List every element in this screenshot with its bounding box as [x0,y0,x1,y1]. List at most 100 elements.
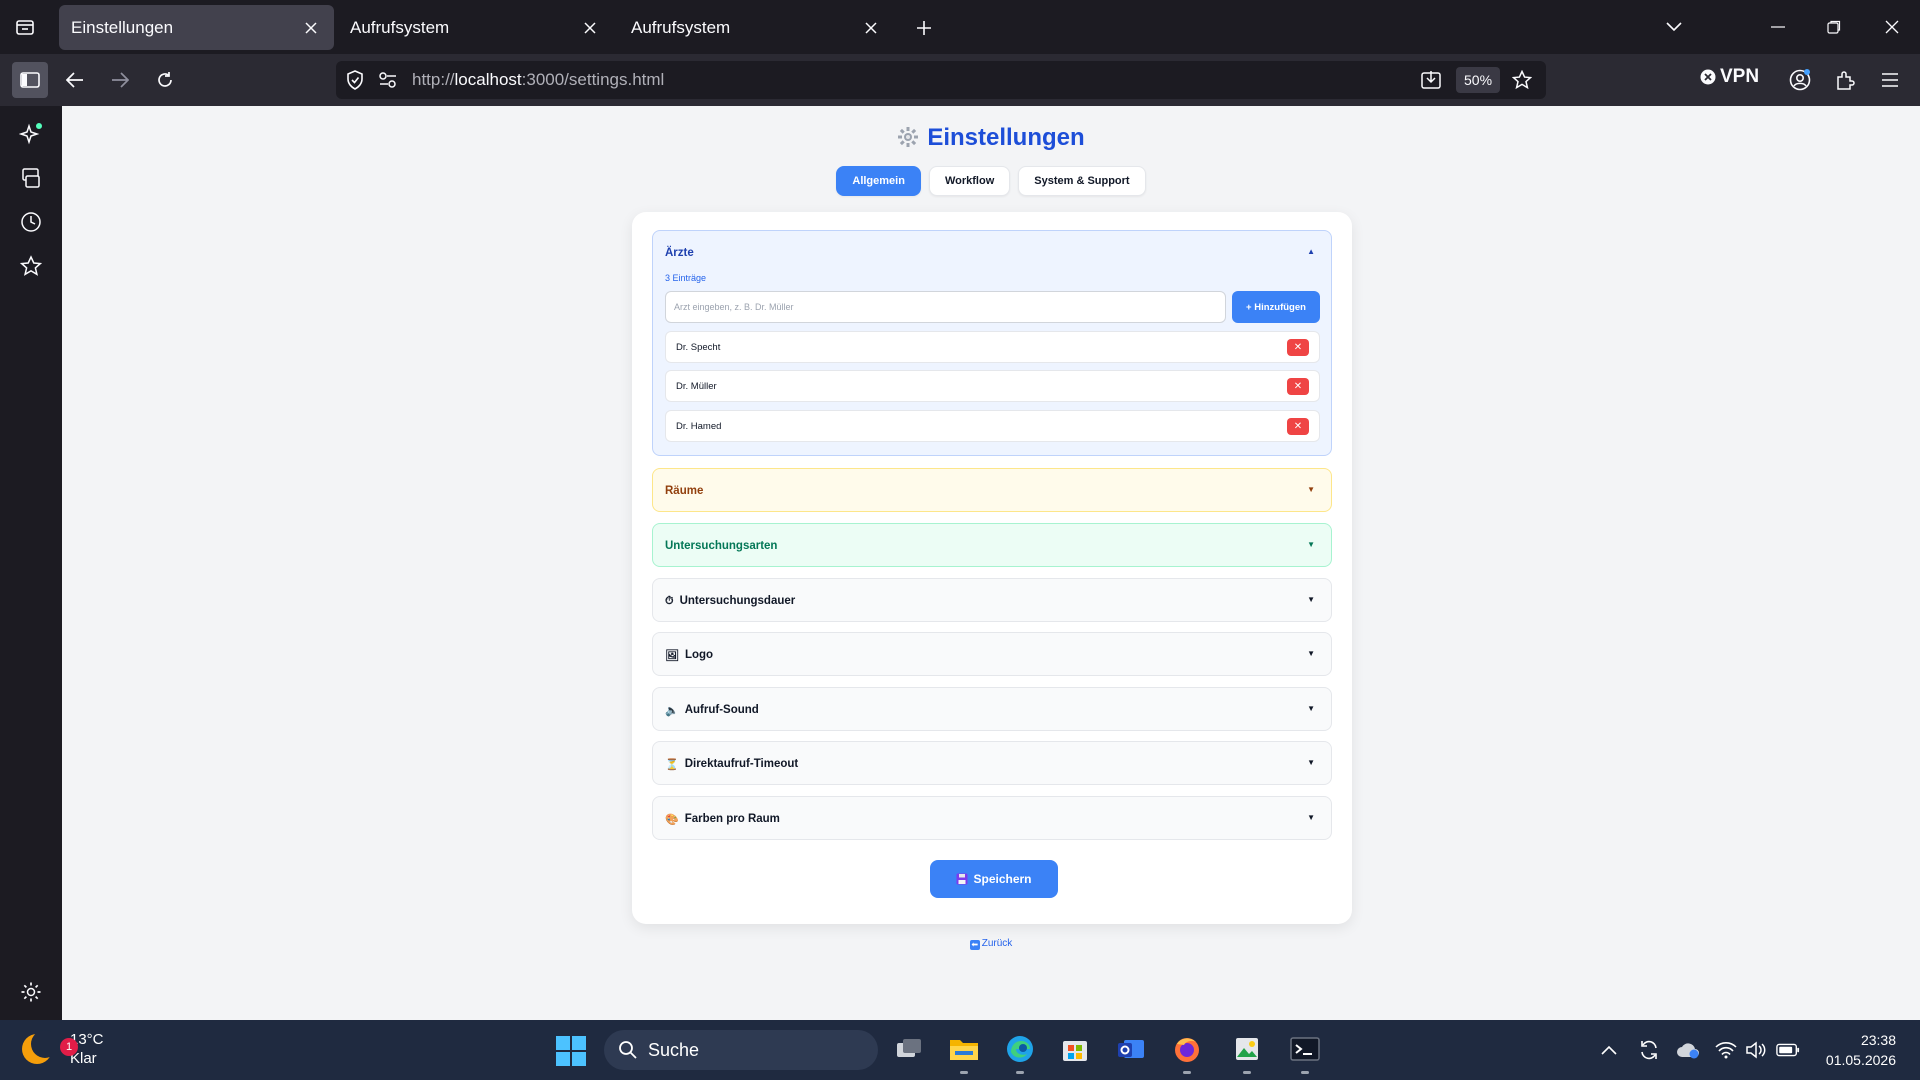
firefox-icon[interactable] [1170,1032,1204,1074]
image-viewer-icon[interactable] [1230,1032,1264,1074]
shield-icon[interactable] [346,70,364,95]
taskbar-search[interactable]: Suche [604,1030,878,1070]
section-logo[interactable]: 🖼 Logo ▼ [652,632,1332,676]
chevron-down-icon[interactable]: ▼ [1307,595,1315,604]
back-label: Zurück [981,938,1013,949]
restore-icon[interactable] [1814,10,1854,44]
reload-icon[interactable] [147,62,183,98]
tab-list-icon[interactable] [8,10,42,44]
section-untersuchungsarten[interactable]: Untersuchungsarten ▼ [652,523,1332,567]
file-explorer-icon[interactable] [947,1032,981,1074]
vpn-button[interactable]: VPN [1700,66,1759,88]
notification-badge: 1 [60,1038,78,1056]
chevron-down-icon[interactable]: ▼ [1307,758,1315,767]
chevron-up-icon[interactable] [1597,1038,1621,1062]
moon-icon [22,1030,59,1064]
terminal-icon[interactable] [1288,1032,1322,1074]
close-icon[interactable] [579,17,601,39]
section-direktaufruf-timeout[interactable]: ⏳ Direktaufruf-Timeout ▼ [652,741,1332,785]
chevron-down-icon[interactable]: ▼ [1307,540,1315,549]
doctor-name: Dr. Hamed [676,420,722,432]
windows-start-icon[interactable] [556,1036,586,1066]
zoom-level-badge[interactable]: 50% [1456,67,1501,93]
url-text[interactable]: http://localhost:3000/settings.html [412,70,664,90]
save-button[interactable]: Speichern [930,860,1058,898]
browser-tab-einstellungen[interactable]: Einstellungen [59,5,334,50]
chevron-down-icon[interactable]: ▼ [1307,649,1315,658]
section-aufruf-sound[interactable]: 🔈 Aufruf-Sound ▼ [652,687,1332,731]
section-header: ⏳ Direktaufruf-Timeout [665,742,798,786]
history-icon[interactable] [13,204,49,240]
delete-button[interactable]: ✕ [1287,378,1309,395]
back-arrow-icon: ⬅ [969,940,980,950]
back-link[interactable]: ⬅ Zurück [62,938,1920,950]
browser-sidebar [0,106,62,1020]
synced-tabs-icon[interactable] [13,160,49,196]
add-doctor-button[interactable]: + Hinzufügen [1232,291,1320,323]
running-indicator [1183,1071,1191,1074]
new-tab-icon[interactable] [908,12,940,44]
volume-icon[interactable] [1744,1038,1768,1062]
ai-chatbot-icon[interactable] [13,116,49,152]
vpn-label: VPN [1720,66,1760,87]
system-clock[interactable]: 23:38 01.05.2026 [1820,1030,1896,1070]
edge-browser-icon[interactable] [1003,1032,1037,1074]
sidebar-settings-gear-icon[interactable] [13,974,49,1010]
weather-widget[interactable]: 1 13°C Klar [22,1030,104,1068]
tab-workflow[interactable]: Workflow [928,166,1011,196]
forward-arrow-icon[interactable] [102,62,138,98]
section-farben-pro-raum[interactable]: 🎨 Farben pro Raum ▼ [652,796,1332,840]
microsoft-store-icon[interactable] [1058,1032,1092,1066]
browser-tab-aufrufsystem-1[interactable]: Aufrufsystem [338,5,613,50]
sidebar-toggle-icon[interactable] [12,62,48,98]
page-title-text: Einstellungen [927,124,1085,151]
chevron-down-icon[interactable] [1654,10,1694,44]
close-icon[interactable] [300,17,322,39]
outlook-icon[interactable] [1114,1032,1148,1066]
section-title: Untersuchungsdauer [679,595,796,607]
bookmark-star-icon[interactable] [1511,69,1533,95]
chevron-down-icon[interactable]: ▼ [1307,704,1315,713]
section-header: 🎨 Farben pro Raum [665,797,780,841]
wifi-icon[interactable] [1714,1038,1738,1062]
vpn-off-icon [1700,69,1716,85]
chevron-down-icon[interactable]: ▼ [1307,813,1315,822]
list-item: Dr. Specht ✕ [665,331,1320,363]
delete-button[interactable]: ✕ [1287,418,1309,435]
site-permissions-icon[interactable] [378,71,398,94]
minimize-icon[interactable] [1758,10,1798,44]
delete-button[interactable]: ✕ [1287,339,1309,356]
page-title: Einstellungen [62,124,1920,152]
doctor-input[interactable]: Arzt eingeben, z. B. Dr. Müller [665,291,1226,323]
onedrive-cloud-icon[interactable] [1676,1038,1700,1062]
section-raeume[interactable]: Räume ▼ [652,468,1332,512]
palette-icon: 🎨 [665,813,679,826]
download-icon[interactable] [1421,70,1441,95]
tab-system-support[interactable]: System & Support [1018,166,1146,196]
gear-icon [897,124,919,152]
section-untersuchungsdauer[interactable]: ⏱ Untersuchungsdauer ▼ [652,578,1332,622]
hamburger-menu-icon[interactable] [1872,62,1908,98]
tab-title: Aufrufsystem [350,17,450,37]
tab-title: Einstellungen [71,17,174,37]
sync-icon[interactable] [1637,1038,1661,1062]
chevron-up-icon[interactable]: ▲ [1307,247,1315,256]
battery-icon[interactable] [1776,1038,1800,1062]
bookmarks-star-icon[interactable] [13,248,49,284]
url-bar[interactable]: http://localhost:3000/settings.html 50% [336,61,1546,99]
url-host: localhost [454,70,522,89]
chevron-down-icon[interactable]: ▼ [1307,485,1315,494]
section-title: Farben pro Raum [684,813,780,825]
window-close-icon[interactable] [1872,10,1912,44]
task-view-icon[interactable] [892,1032,926,1066]
browser-tab-aufrufsystem-2[interactable]: Aufrufsystem [619,5,894,50]
close-icon[interactable] [860,17,882,39]
tab-allgemein[interactable]: Allgemein [836,166,921,196]
doctor-name: Dr. Specht [676,341,721,353]
list-item: Dr. Hamed ✕ [665,410,1320,442]
back-arrow-icon[interactable] [57,62,93,98]
account-icon[interactable] [1782,62,1818,98]
hourglass-icon: ⏳ [665,758,679,771]
extensions-icon[interactable] [1827,62,1863,98]
section-aerzte-header[interactable]: Ärzte [665,231,694,275]
